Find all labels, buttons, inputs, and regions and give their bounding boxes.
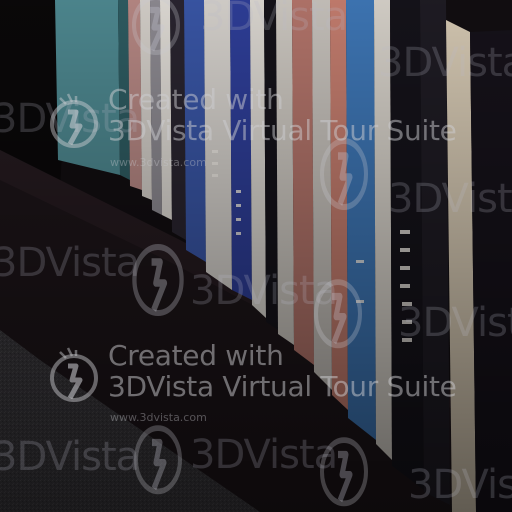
watermark-brand: 3DVista (388, 176, 512, 222)
3dvista-logo-icon (50, 347, 98, 402)
watermark-line1: Created with (108, 83, 284, 116)
watermark-text-1: Created with 3DVista Virtual Tour Suite (108, 84, 457, 146)
watermark-brand: 3DVista (408, 462, 512, 508)
watermark-url-1: www.3dvista.com (110, 156, 207, 169)
3dvista-logo-icon (134, 425, 182, 495)
watermark-brand: 3DVista (378, 40, 512, 86)
3dvista-logo-icon (314, 279, 362, 349)
watermark-brand: 3DVista (398, 300, 512, 346)
watermark-text-2: Created with 3DVista Virtual Tour Suite (108, 340, 457, 402)
3dvista-logo-icon (132, 0, 180, 55)
watermark-line2: 3DVista Virtual Tour Suite (108, 370, 457, 403)
watermark-brand: 3DVista (0, 240, 140, 286)
3dvista-logo-icon (50, 93, 98, 148)
watermark-line2: 3DVista Virtual Tour Suite (108, 114, 457, 147)
watermark-brand: 3DVista (200, 0, 348, 40)
3dvista-logo-icon (320, 138, 368, 210)
3dvista-logo-icon (320, 437, 368, 507)
watermark-brand: 3DVista (0, 434, 140, 480)
3dvista-logo-icon (132, 244, 184, 316)
photo-viewport: Created with 3DVista Virtual Tour Suite … (0, 0, 512, 512)
